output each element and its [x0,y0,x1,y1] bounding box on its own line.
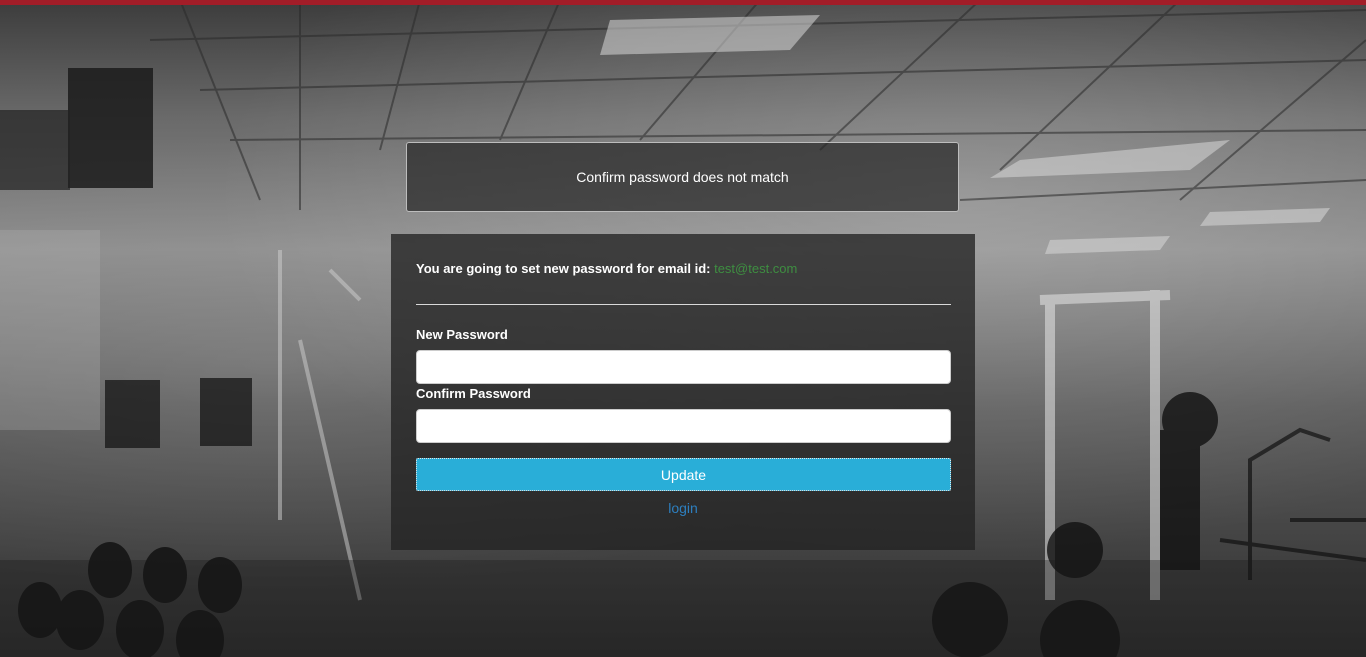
login-link[interactable]: login [391,500,975,516]
confirm-password-label: Confirm Password [416,386,531,401]
update-button[interactable]: Update [416,458,951,491]
email-notice-text: You are going to set new password for em… [416,261,715,276]
new-password-field[interactable] [416,350,951,384]
email-value: test@test.com [714,261,798,276]
top-accent-bar [0,0,1366,5]
reset-password-panel: You are going to set new password for em… [391,234,975,550]
email-notice: You are going to set new password for em… [416,261,797,276]
divider [416,304,951,305]
confirm-password-field[interactable] [416,409,951,443]
error-alert-message: Confirm password does not match [576,169,789,185]
page: Confirm password does not match You are … [0,0,1366,657]
error-alert: Confirm password does not match [406,142,959,212]
new-password-label: New Password [416,327,508,342]
